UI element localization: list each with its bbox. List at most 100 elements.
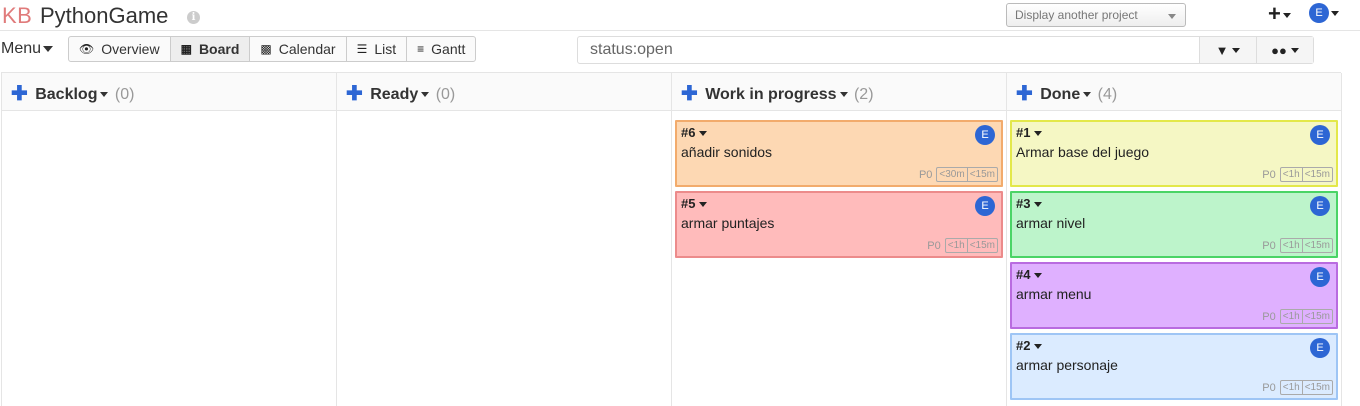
task-id[interactable]: #5 — [681, 196, 997, 211]
avatar: E — [975, 125, 995, 145]
task-card[interactable]: #1 E Armar base del juego P0 <1h <15m — [1010, 120, 1338, 187]
task-id[interactable]: #2 — [1016, 338, 1332, 353]
avatar: E — [1309, 3, 1329, 23]
app-logo[interactable]: KB — [2, 3, 32, 29]
task-id[interactable]: #6 — [681, 125, 997, 140]
search-input[interactable] — [578, 37, 1199, 63]
add-task-icon[interactable]: ✚ — [1016, 83, 1033, 105]
chevron-down-icon — [699, 131, 708, 137]
task-card[interactable]: #2 E armar personaje P0 <1h <15m — [1010, 333, 1338, 400]
user-menu-button[interactable]: E — [1309, 3, 1339, 23]
task-card[interactable]: #5 E armar puntajes P0 <1h <15m — [675, 191, 1003, 258]
menu-button[interactable]: Menu — [1, 40, 54, 58]
priority-label: P0 — [918, 168, 933, 181]
header: KB PythonGame i Display another project … — [0, 0, 1360, 31]
chevron-down-icon[interactable] — [839, 92, 848, 98]
column-title: Work in progress — [705, 86, 837, 103]
time-estimated: <1h — [1282, 311, 1300, 322]
tab-board[interactable]: ▦ Board — [170, 37, 251, 61]
time-badge: <1h <15m — [944, 238, 998, 253]
time-spent: <15m — [1301, 239, 1332, 252]
task-id[interactable]: #1 — [1016, 125, 1332, 140]
users-filter-button[interactable]: ●● — [1256, 37, 1313, 63]
column-ready: ✚ Ready (0) — [337, 73, 672, 406]
tab-list[interactable]: ☰ List — [347, 37, 408, 61]
time-estimated: <1h — [1282, 240, 1300, 251]
task-title[interactable]: Armar base del juego — [1016, 144, 1332, 160]
column-work-in-progress: ✚ Work in progress (2) #6 E añadir sonid… — [672, 73, 1007, 406]
priority-label: P0 — [1262, 239, 1276, 252]
column-header: ✚ Backlog (0) — [2, 73, 336, 111]
chevron-down-icon — [1034, 202, 1043, 208]
column-backlog: ✚ Backlog (0) — [2, 73, 337, 406]
tab-calendar[interactable]: ▩ Calendar — [250, 37, 347, 61]
menu-label: Menu — [1, 40, 42, 57]
priority-label: P0 — [927, 239, 941, 252]
chevron-down-icon — [43, 45, 54, 52]
chevron-down-icon — [1034, 273, 1043, 279]
task-title[interactable]: armar nivel — [1016, 215, 1332, 231]
tab-label: List — [374, 41, 397, 57]
board: ✚ Backlog (0) ✚ Ready (0) ✚ Work in prog… — [1, 72, 1342, 406]
task-id[interactable]: #4 — [1016, 267, 1332, 282]
filter-icon: ▼ — [1215, 42, 1229, 58]
add-task-icon[interactable]: ✚ — [346, 83, 363, 105]
avatar: E — [1310, 267, 1330, 287]
task-title[interactable]: armar menu — [1016, 286, 1332, 302]
task-card[interactable]: #4 E armar menu P0 <1h <15m — [1010, 262, 1338, 329]
time-estimated: <1h — [1282, 382, 1300, 393]
column-title: Ready — [370, 86, 419, 103]
time-spent: <15m — [1301, 381, 1332, 394]
chevron-down-icon — [1034, 344, 1043, 350]
add-task-icon[interactable]: ✚ — [681, 83, 698, 105]
time-spent: <15m — [966, 239, 997, 252]
time-badge: <1h <15m — [1279, 238, 1333, 253]
column-count: (0) — [114, 86, 135, 103]
gantt-icon: ≡ — [417, 42, 425, 56]
time-estimated: <30m — [939, 169, 965, 180]
plus-icon: + — [1268, 1, 1281, 26]
add-task-icon[interactable]: ✚ — [11, 83, 28, 105]
info-icon[interactable]: i — [187, 11, 200, 24]
column-count: (4) — [1097, 86, 1118, 103]
time-badge: <30m <15m — [936, 167, 998, 182]
project-select-label: Display another project — [1015, 8, 1138, 22]
task-card[interactable]: #6 E añadir sonidos P0 <30m <15m — [675, 120, 1003, 187]
chevron-down-icon — [1232, 47, 1241, 53]
avatar: E — [1310, 196, 1330, 216]
task-card[interactable]: #3 E armar nivel P0 <1h <15m — [1010, 191, 1338, 258]
chevron-down-icon — [1290, 47, 1299, 53]
task-title[interactable]: armar personaje — [1016, 357, 1332, 373]
task-meta: P0 <1h <15m — [1262, 309, 1333, 324]
time-spent: <15m — [1301, 168, 1332, 181]
chevron-down-icon[interactable] — [421, 92, 430, 98]
eye-icon: 👁 — [79, 42, 95, 56]
search-bar: ▼ ●● — [577, 36, 1314, 64]
priority-label: P0 — [1262, 310, 1276, 323]
task-meta: P0 <1h <15m — [927, 238, 998, 253]
project-title: PythonGame — [40, 3, 169, 28]
task-meta: P0 <1h <15m — [1262, 380, 1333, 395]
task-meta: P0 <1h <15m — [1262, 238, 1333, 253]
task-title[interactable]: añadir sonidos — [681, 144, 997, 160]
create-menu-button[interactable]: + — [1268, 1, 1291, 27]
time-estimated: <1h — [1282, 169, 1300, 180]
chevron-down-icon[interactable] — [1083, 92, 1092, 98]
task-meta: P0 <1h <15m — [1262, 167, 1333, 182]
project-select[interactable]: Display another project — [1006, 3, 1186, 27]
filter-button[interactable]: ▼ — [1199, 37, 1256, 63]
column-title: Backlog — [35, 86, 98, 103]
view-switcher: 👁 Overview ▦ Board ▩ Calendar ☰ List ≡ G… — [68, 36, 477, 62]
chevron-down-icon[interactable] — [100, 92, 109, 98]
time-badge: <1h <15m — [1279, 380, 1333, 395]
chevron-down-icon — [1034, 131, 1043, 137]
time-spent: <15m — [1301, 310, 1332, 323]
tab-gantt[interactable]: ≡ Gantt — [407, 37, 475, 61]
calendar-icon: ▩ — [260, 42, 272, 56]
time-badge: <1h <15m — [1279, 167, 1333, 182]
tab-overview[interactable]: 👁 Overview — [69, 37, 171, 61]
task-id[interactable]: #3 — [1016, 196, 1332, 211]
task-title[interactable]: armar puntajes — [681, 215, 997, 231]
column-header: ✚ Done (4) — [1007, 73, 1341, 111]
avatar: E — [1310, 125, 1330, 145]
